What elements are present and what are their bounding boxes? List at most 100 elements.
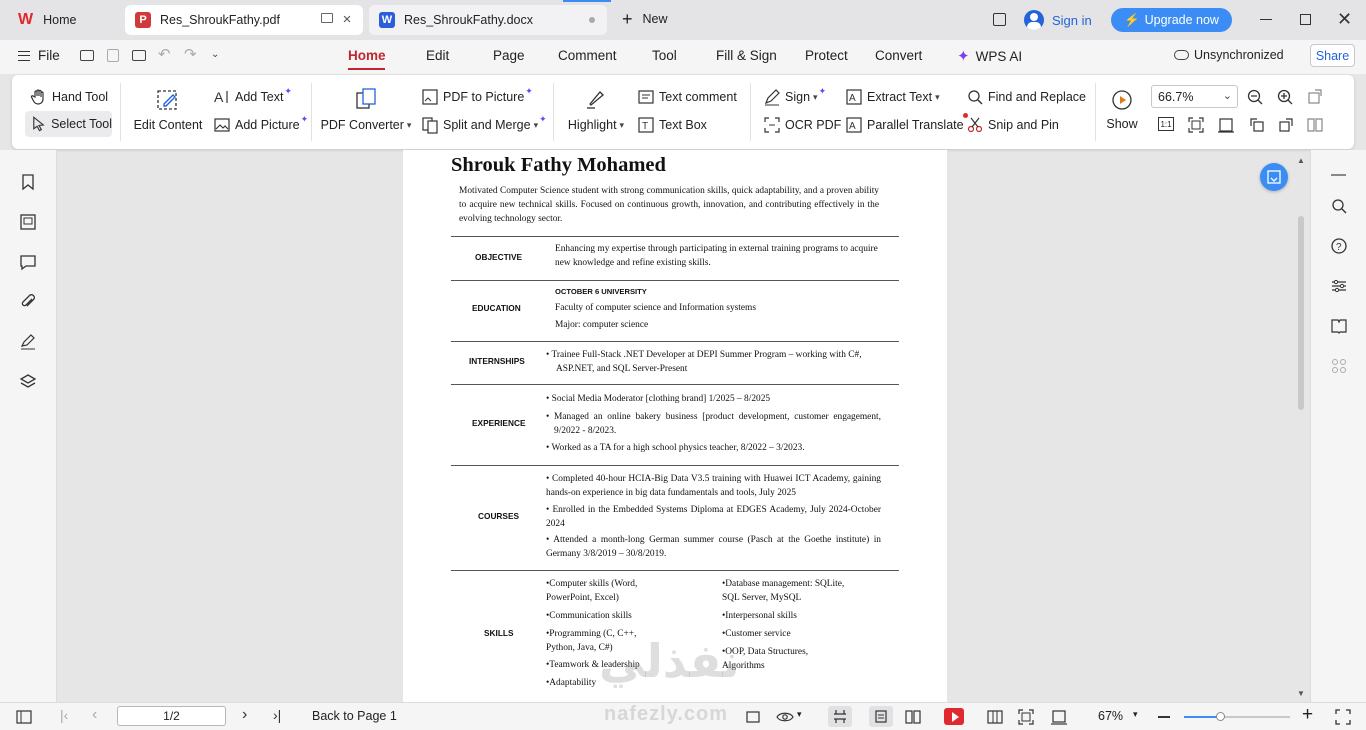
- settings-sliders-icon[interactable]: [1330, 277, 1348, 295]
- next-page-icon[interactable]: ›: [242, 706, 247, 724]
- snip-pin-button[interactable]: Snip and Pin: [966, 116, 1059, 134]
- single-page-button[interactable]: [869, 706, 893, 727]
- close-icon[interactable]: ×: [339, 12, 355, 28]
- tab-protect[interactable]: Protect: [805, 48, 848, 63]
- scroll-up-icon[interactable]: ▲: [1297, 156, 1305, 165]
- chevron-down-icon[interactable]: ⌄: [211, 49, 219, 60]
- bookmark-icon[interactable]: [19, 173, 37, 191]
- sign-button[interactable]: Sign ▾ ✦: [763, 86, 826, 106]
- redo-icon[interactable]: ↷: [184, 45, 197, 63]
- attachment-icon[interactable]: [19, 293, 37, 311]
- apps-grid-icon[interactable]: [1330, 357, 1348, 375]
- actual-size-button[interactable]: 1:1: [1158, 117, 1174, 131]
- screenshot-icon[interactable]: [745, 710, 761, 724]
- scrollbar-thumb[interactable]: [1298, 216, 1304, 410]
- eye-icon[interactable]: [776, 710, 794, 724]
- save-icon[interactable]: [107, 49, 119, 62]
- chevron-down-icon[interactable]: ▾: [797, 709, 802, 720]
- restore-icon[interactable]: [1300, 14, 1311, 25]
- read-mode-icon[interactable]: [1330, 317, 1348, 335]
- fullscreen-icon[interactable]: [1335, 709, 1351, 725]
- reading-layout-icon[interactable]: [987, 710, 1003, 724]
- file-menu[interactable]: File: [18, 48, 60, 63]
- zoom-out-status-icon[interactable]: [1158, 716, 1170, 718]
- select-tool-button[interactable]: Select Tool: [25, 111, 112, 137]
- zoom-slider[interactable]: [1184, 712, 1290, 721]
- fit-width-icon[interactable]: [1217, 116, 1235, 134]
- last-page-icon[interactable]: ›|: [273, 707, 281, 723]
- tab-page[interactable]: Page: [493, 48, 525, 63]
- window-close-icon[interactable]: ✕: [1337, 9, 1352, 30]
- chevron-down-icon[interactable]: ▾: [1133, 709, 1138, 720]
- fit-page-icon[interactable]: [1187, 116, 1205, 134]
- new-tab-button[interactable]: + New: [622, 10, 668, 28]
- comment-icon[interactable]: [19, 253, 37, 271]
- upgrade-button[interactable]: ⚡ Upgrade now: [1111, 8, 1232, 32]
- zoom-in-icon[interactable]: [1276, 88, 1294, 106]
- page-number-input[interactable]: 1/2: [117, 706, 226, 726]
- split-merge-button[interactable]: Split and Merge ▾ ✦: [421, 114, 547, 134]
- add-picture-button[interactable]: Add Picture ✦: [213, 114, 308, 134]
- objective-text: Enhancing my expertise through participa…: [555, 244, 878, 268]
- zoom-percent[interactable]: 67%: [1098, 709, 1123, 723]
- tab-edit[interactable]: Edit: [426, 48, 449, 63]
- tab-home[interactable]: W Home: [8, 5, 120, 35]
- pdf-converter-button[interactable]: PDF Converter ▾: [321, 86, 411, 132]
- layers-icon[interactable]: [19, 373, 37, 391]
- tab-home-menu[interactable]: Home: [348, 48, 386, 63]
- signature-icon[interactable]: [19, 333, 37, 351]
- rotate-page-icon[interactable]: [1306, 88, 1324, 106]
- open-folder-icon[interactable]: [80, 50, 94, 61]
- zoom-in-status-icon[interactable]: +: [1302, 704, 1313, 726]
- tab-pdf[interactable]: P Res_ShroukFathy.pdf ×: [125, 5, 363, 35]
- undo-icon[interactable]: ↶: [158, 45, 171, 63]
- first-page-icon[interactable]: |‹: [60, 707, 68, 723]
- find-replace-button[interactable]: Find and Replace: [966, 88, 1086, 106]
- prev-page-icon[interactable]: ‹: [92, 706, 97, 724]
- fit-width-status-icon[interactable]: [1051, 709, 1067, 725]
- tab-fill-sign[interactable]: Fill & Sign: [716, 48, 777, 63]
- tab-docx[interactable]: W Res_ShroukFathy.docx: [369, 5, 607, 35]
- tab-wps-ai[interactable]: ✦ WPS AI: [957, 47, 1022, 65]
- pdf-to-picture-button[interactable]: PDF to Picture ✦: [421, 86, 533, 106]
- text-comment-button[interactable]: Text comment: [637, 88, 737, 106]
- tab-comment[interactable]: Comment: [558, 48, 617, 63]
- show-button[interactable]: Show: [1104, 88, 1140, 131]
- print-icon[interactable]: [132, 50, 146, 61]
- rotate-left-icon[interactable]: [1248, 116, 1266, 134]
- back-to-page-link[interactable]: Back to Page 1: [312, 709, 397, 723]
- highlight-button[interactable]: Highlight ▾: [564, 86, 628, 132]
- tab-tool[interactable]: Tool: [652, 48, 677, 63]
- collapse-icon[interactable]: [1331, 174, 1346, 176]
- thumbnail-icon[interactable]: [19, 213, 37, 231]
- scroll-down-icon[interactable]: ▼: [1297, 689, 1305, 698]
- vertical-scrollbar[interactable]: ▲ ▼: [1295, 150, 1307, 702]
- hand-tool-button[interactable]: Hand Tool: [30, 88, 108, 106]
- continuous-view-button[interactable]: [828, 706, 852, 727]
- minimize-icon[interactable]: [1260, 19, 1272, 21]
- help-icon[interactable]: ?: [1330, 237, 1348, 255]
- extract-text-button[interactable]: A Extract Text ▾: [845, 88, 940, 106]
- play-slideshow-button[interactable]: [944, 708, 964, 725]
- add-text-button[interactable]: A Add Text ✦: [213, 86, 292, 106]
- fit-page-status-icon[interactable]: [1018, 709, 1034, 725]
- ocr-pdf-button[interactable]: OCR PDF: [763, 116, 841, 134]
- window-list-icon[interactable]: [993, 13, 1006, 26]
- sidebar-toggle-icon[interactable]: [16, 710, 32, 724]
- text-box-button[interactable]: T Text Box: [637, 116, 707, 134]
- rotate-right-icon[interactable]: [1277, 116, 1295, 134]
- zoom-slider-thumb[interactable]: [1216, 712, 1225, 721]
- sync-status[interactable]: Unsynchronized: [1174, 48, 1284, 62]
- floating-convert-button[interactable]: [1260, 163, 1288, 191]
- two-page-icon[interactable]: [905, 710, 921, 724]
- share-button[interactable]: Share: [1310, 44, 1355, 67]
- zoom-out-icon[interactable]: [1246, 88, 1264, 106]
- edit-content-button[interactable]: Edit Content: [132, 86, 204, 132]
- sign-in-button[interactable]: Sign in: [1024, 10, 1092, 30]
- zoom-select[interactable]: 66.7% ⌄: [1151, 85, 1238, 108]
- tab-convert[interactable]: Convert: [875, 48, 922, 63]
- parallel-translate-button[interactable]: A Parallel Translate: [845, 113, 968, 134]
- book-view-icon[interactable]: [1306, 116, 1324, 134]
- search-icon[interactable]: [1330, 197, 1348, 215]
- monitor-icon[interactable]: [321, 13, 333, 23]
